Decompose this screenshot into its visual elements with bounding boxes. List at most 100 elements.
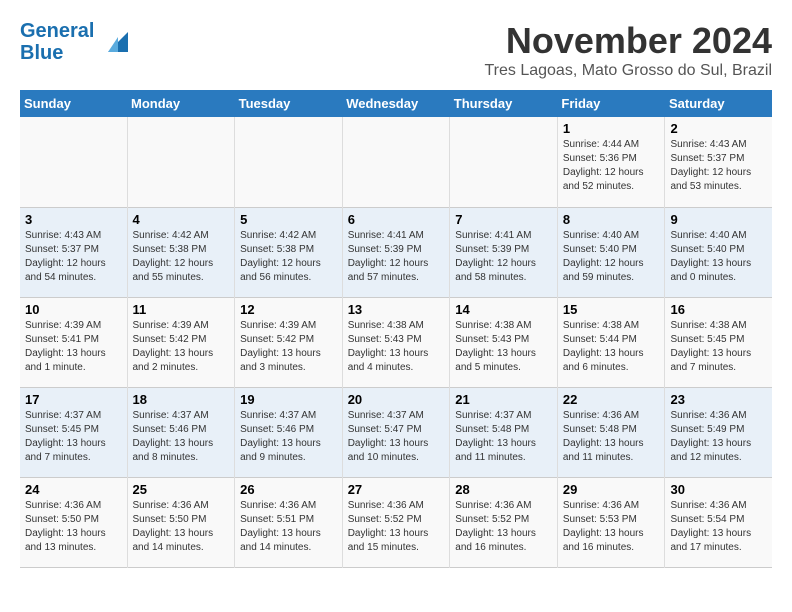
day-number: 28 (455, 482, 552, 497)
day-info: Sunrise: 4:37 AM Sunset: 5:46 PM Dayligh… (240, 409, 337, 465)
day-number: 12 (240, 302, 337, 317)
day-number: 18 (133, 392, 230, 407)
day-info: Sunrise: 4:39 AM Sunset: 5:42 PM Dayligh… (133, 319, 230, 375)
calendar-cell: 19 Sunrise: 4:37 AM Sunset: 5:46 PM Dayli… (235, 387, 343, 477)
day-info: Sunrise: 4:38 AM Sunset: 5:45 PM Dayligh… (670, 319, 767, 375)
calendar-cell: 30Sunrise: 4:36 AM Sunset: 5:54 PM Dayli… (665, 477, 772, 567)
day-number: 4 (133, 212, 230, 227)
calendar-cell (235, 117, 343, 207)
day-number: 7 (455, 212, 552, 227)
day-number: 13 (348, 302, 445, 317)
calendar-week-row: 17 Sunrise: 4:37 AM Sunset: 5:45 PM Dayli… (20, 387, 772, 477)
day-info: Sunrise: 4:41 AM Sunset: 5:39 PM Dayligh… (455, 229, 552, 285)
day-number: 11 (133, 302, 230, 317)
calendar-week-row: 1 Sunrise: 4:44 AM Sunset: 5:36 PM Daylig… (20, 117, 772, 207)
day-number: 1 (563, 121, 660, 136)
day-info: Sunrise: 4:36 AM Sunset: 5:52 PM Dayligh… (455, 499, 552, 555)
day-info: Sunrise: 4:36 AM Sunset: 5:54 PM Dayligh… (670, 499, 767, 555)
calendar-cell: 11 Sunrise: 4:39 AM Sunset: 5:42 PM Dayli… (127, 297, 235, 387)
day-info: Sunrise: 4:38 AM Sunset: 5:43 PM Dayligh… (455, 319, 552, 375)
day-info: Sunrise: 4:41 AM Sunset: 5:39 PM Dayligh… (348, 229, 445, 285)
day-number: 16 (670, 302, 767, 317)
day-info: Sunrise: 4:38 AM Sunset: 5:44 PM Dayligh… (563, 319, 660, 375)
calendar-table: SundayMondayTuesdayWednesdayThursdayFrid… (20, 90, 772, 568)
logo-line1: General (20, 20, 94, 42)
calendar-cell: 23 Sunrise: 4:36 AM Sunset: 5:49 PM Dayli… (665, 387, 772, 477)
calendar-cell: 4 Sunrise: 4:42 AM Sunset: 5:38 PM Daylig… (127, 207, 235, 297)
calendar-week-row: 10 Sunrise: 4:39 AM Sunset: 5:41 PM Dayli… (20, 297, 772, 387)
weekday-header: Monday (127, 90, 235, 117)
calendar-cell: 22Sunrise: 4:36 AM Sunset: 5:48 PM Dayli… (557, 387, 665, 477)
day-number: 5 (240, 212, 337, 227)
calendar-cell: 14 Sunrise: 4:38 AM Sunset: 5:43 PM Dayli… (450, 297, 558, 387)
day-info: Sunrise: 4:37 AM Sunset: 5:48 PM Dayligh… (455, 409, 552, 465)
logo-icon (98, 27, 128, 57)
calendar-cell: 29Sunrise: 4:36 AM Sunset: 5:53 PM Dayli… (557, 477, 665, 567)
calendar-cell (450, 117, 558, 207)
weekday-header: Tuesday (235, 90, 343, 117)
day-number: 10 (25, 302, 122, 317)
day-number: 19 (240, 392, 337, 407)
calendar-cell: 24 Sunrise: 4:36 AM Sunset: 5:50 PM Dayli… (20, 477, 127, 567)
calendar-cell: 12Sunrise: 4:39 AM Sunset: 5:42 PM Dayli… (235, 297, 343, 387)
day-number: 26 (240, 482, 337, 497)
day-info: Sunrise: 4:43 AM Sunset: 5:37 PM Dayligh… (25, 229, 122, 285)
calendar-cell (127, 117, 235, 207)
day-number: 9 (670, 212, 767, 227)
calendar-cell: 3Sunrise: 4:43 AM Sunset: 5:37 PM Daylig… (20, 207, 127, 297)
calendar-cell (342, 117, 450, 207)
day-info: Sunrise: 4:36 AM Sunset: 5:50 PM Dayligh… (133, 499, 230, 555)
calendar-week-row: 24 Sunrise: 4:36 AM Sunset: 5:50 PM Dayli… (20, 477, 772, 567)
day-number: 20 (348, 392, 445, 407)
logo-line2: Blue (20, 42, 63, 64)
calendar-cell: 28 Sunrise: 4:36 AM Sunset: 5:52 PM Dayli… (450, 477, 558, 567)
day-info: Sunrise: 4:37 AM Sunset: 5:47 PM Dayligh… (348, 409, 445, 465)
calendar-cell: 8 Sunrise: 4:40 AM Sunset: 5:40 PM Daylig… (557, 207, 665, 297)
calendar-cell: 10 Sunrise: 4:39 AM Sunset: 5:41 PM Dayli… (20, 297, 127, 387)
location-title: Tres Lagoas, Mato Grosso do Sul, Brazil (484, 62, 772, 80)
calendar-cell: 21 Sunrise: 4:37 AM Sunset: 5:48 PM Dayli… (450, 387, 558, 477)
day-info: Sunrise: 4:36 AM Sunset: 5:49 PM Dayligh… (670, 409, 767, 465)
day-number: 14 (455, 302, 552, 317)
calendar-week-row: 3Sunrise: 4:43 AM Sunset: 5:37 PM Daylig… (20, 207, 772, 297)
day-number: 17 (25, 392, 122, 407)
calendar-cell: 2Sunrise: 4:43 AM Sunset: 5:37 PM Daylig… (665, 117, 772, 207)
day-info: Sunrise: 4:37 AM Sunset: 5:45 PM Dayligh… (25, 409, 122, 465)
day-number: 24 (25, 482, 122, 497)
calendar-cell: 16 Sunrise: 4:38 AM Sunset: 5:45 PM Dayli… (665, 297, 772, 387)
day-number: 8 (563, 212, 660, 227)
calendar-cell: 25 Sunrise: 4:36 AM Sunset: 5:50 PM Dayli… (127, 477, 235, 567)
day-info: Sunrise: 4:36 AM Sunset: 5:50 PM Dayligh… (25, 499, 122, 555)
title-section: November 2024 Tres Lagoas, Mato Grosso d… (484, 20, 772, 80)
day-info: Sunrise: 4:40 AM Sunset: 5:40 PM Dayligh… (670, 229, 767, 285)
calendar-cell: 13 Sunrise: 4:38 AM Sunset: 5:43 PM Dayli… (342, 297, 450, 387)
day-info: Sunrise: 4:36 AM Sunset: 5:53 PM Dayligh… (563, 499, 660, 555)
calendar-cell: 9 Sunrise: 4:40 AM Sunset: 5:40 PM Daylig… (665, 207, 772, 297)
calendar-cell (20, 117, 127, 207)
day-info: Sunrise: 4:39 AM Sunset: 5:41 PM Dayligh… (25, 319, 122, 375)
weekday-header: Wednesday (342, 90, 450, 117)
weekday-header: Sunday (20, 90, 127, 117)
day-number: 27 (348, 482, 445, 497)
day-number: 23 (670, 392, 767, 407)
calendar-cell: 26 Sunrise: 4:36 AM Sunset: 5:51 PM Dayli… (235, 477, 343, 567)
day-info: Sunrise: 4:36 AM Sunset: 5:51 PM Dayligh… (240, 499, 337, 555)
day-info: Sunrise: 4:36 AM Sunset: 5:48 PM Dayligh… (563, 409, 660, 465)
day-number: 25 (133, 482, 230, 497)
day-info: Sunrise: 4:40 AM Sunset: 5:40 PM Dayligh… (563, 229, 660, 285)
calendar-cell: 18 Sunrise: 4:37 AM Sunset: 5:46 PM Dayli… (127, 387, 235, 477)
logo-text: General Blue (20, 20, 94, 64)
day-info: Sunrise: 4:44 AM Sunset: 5:36 PM Dayligh… (563, 138, 660, 194)
day-info: Sunrise: 4:42 AM Sunset: 5:38 PM Dayligh… (133, 229, 230, 285)
day-info: Sunrise: 4:38 AM Sunset: 5:43 PM Dayligh… (348, 319, 445, 375)
weekday-header: Saturday (665, 90, 772, 117)
calendar-cell: 5 Sunrise: 4:42 AM Sunset: 5:38 PM Daylig… (235, 207, 343, 297)
day-number: 21 (455, 392, 552, 407)
day-info: Sunrise: 4:36 AM Sunset: 5:52 PM Dayligh… (348, 499, 445, 555)
day-number: 6 (348, 212, 445, 227)
day-info: Sunrise: 4:37 AM Sunset: 5:46 PM Dayligh… (133, 409, 230, 465)
day-info: Sunrise: 4:42 AM Sunset: 5:38 PM Dayligh… (240, 229, 337, 285)
page-header: General Blue November 2024 Tres Lagoas, … (20, 20, 772, 80)
calendar-cell: 27 Sunrise: 4:36 AM Sunset: 5:52 PM Dayli… (342, 477, 450, 567)
day-number: 2 (670, 121, 767, 136)
